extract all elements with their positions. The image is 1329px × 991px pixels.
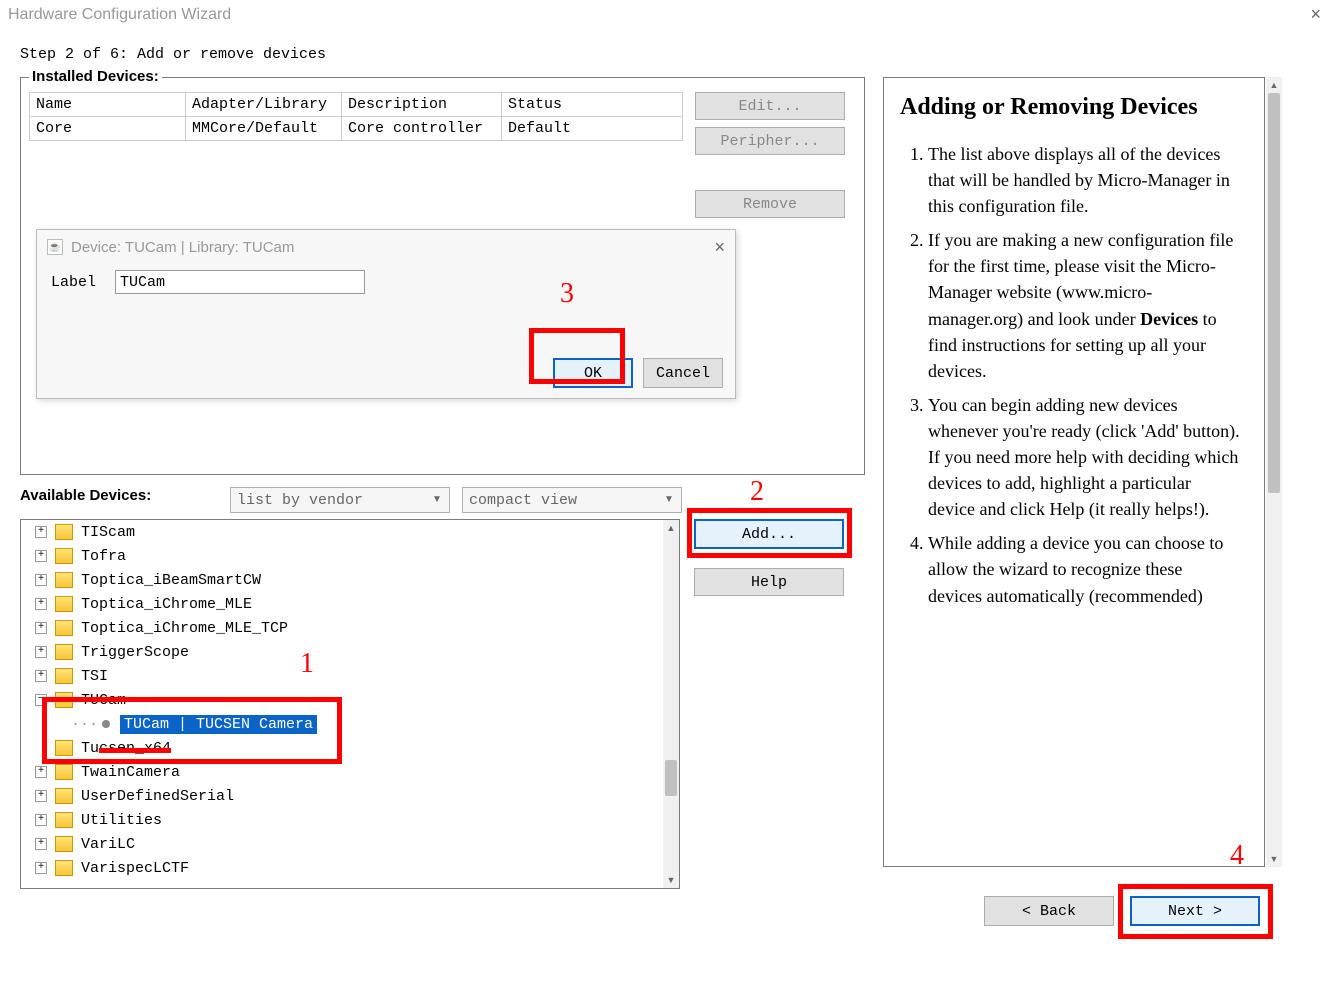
expander-icon[interactable]: + (35, 766, 47, 778)
folder-icon (55, 836, 73, 852)
folder-icon (55, 644, 73, 660)
scroll-thumb[interactable] (665, 760, 677, 796)
folder-icon (55, 860, 73, 876)
cancel-button[interactable]: Cancel (643, 358, 723, 388)
expander-icon[interactable]: + (35, 814, 47, 826)
edit-button[interactable]: Edit... (695, 92, 845, 120)
close-icon[interactable]: × (1310, 4, 1321, 25)
expander-icon[interactable]: + (35, 598, 47, 610)
scroll-down-icon[interactable]: ▼ (1266, 851, 1282, 867)
sort-select[interactable]: list by vendor (230, 487, 450, 513)
device-label-dialog: ☕ Device: TUCam | Library: TUCam × Label… (36, 229, 736, 399)
add-button[interactable]: Add... (694, 519, 844, 549)
scrollbar-vertical[interactable]: ▲ ▼ (1266, 77, 1282, 867)
folder-icon (55, 596, 73, 612)
available-devices-title: Available Devices: (20, 487, 151, 504)
folder-icon (55, 740, 73, 756)
expander-icon[interactable]: + (35, 670, 47, 682)
folder-icon (55, 812, 73, 828)
table-row[interactable]: Core MMCore/Default Core controller Defa… (30, 117, 683, 141)
step-indicator: Step 2 of 6: Add or remove devices (20, 46, 326, 63)
next-button[interactable]: Next > (1130, 896, 1260, 926)
help-item: If you are making a new configuration fi… (928, 227, 1240, 384)
help-item: You can begin adding new devices wheneve… (928, 392, 1240, 522)
help-panel: Adding or Removing Devices The list abov… (883, 77, 1265, 867)
expander-icon[interactable]: + (35, 862, 47, 874)
close-icon[interactable]: × (714, 237, 725, 258)
folder-icon (55, 668, 73, 684)
available-devices-tree[interactable]: +TIScam +Tofra +Toptica_iBeamSmartCW +To… (20, 519, 680, 889)
col-desc: Description (348, 96, 447, 113)
window-titlebar: Hardware Configuration Wizard × (0, 0, 1329, 30)
folder-icon (55, 524, 73, 540)
label-input[interactable] (115, 270, 365, 294)
folder-icon (55, 572, 73, 588)
scroll-up-icon[interactable]: ▲ (663, 520, 679, 536)
back-button[interactable]: < Back (984, 896, 1114, 926)
annotation-number: 2 (750, 476, 764, 508)
help-item: The list above displays all of the devic… (928, 141, 1240, 219)
peripherals-button[interactable]: Peripher... (695, 127, 845, 155)
folder-icon (55, 788, 73, 804)
scroll-down-icon[interactable]: ▼ (663, 872, 679, 888)
folder-icon (55, 764, 73, 780)
expander-icon[interactable]: + (35, 574, 47, 586)
folder-icon (55, 692, 73, 708)
label-field-label: Label (51, 274, 96, 291)
bullet-icon (102, 720, 110, 728)
folder-icon (55, 620, 73, 636)
expander-icon[interactable]: + (35, 622, 47, 634)
installed-devices-table: Name Adapter/Library Description Status … (29, 92, 683, 141)
ok-button[interactable]: OK (553, 358, 633, 388)
scroll-up-icon[interactable]: ▲ (1266, 77, 1282, 93)
help-title: Adding or Removing Devices (900, 94, 1240, 121)
dialog-title: Device: TUCam | Library: TUCam (71, 239, 294, 256)
col-name: Name (36, 96, 72, 113)
expander-icon[interactable]: + (35, 838, 47, 850)
window-title: Hardware Configuration Wizard (8, 6, 231, 24)
java-icon: ☕ (47, 239, 63, 255)
expander-icon[interactable]: + (35, 550, 47, 562)
remove-button[interactable]: Remove (695, 190, 845, 218)
expander-icon[interactable]: + (35, 646, 47, 658)
tree-item-selected[interactable]: ···TUCam | TUCSEN Camera (21, 712, 663, 736)
expander-icon[interactable]: + (35, 526, 47, 538)
view-select[interactable]: compact view (462, 487, 682, 513)
scroll-thumb[interactable] (1268, 93, 1280, 493)
scrollbar-vertical[interactable]: ▲ ▼ (663, 520, 679, 888)
help-item: While adding a device you can choose to … (928, 530, 1240, 608)
col-status: Status (508, 96, 562, 113)
expander-icon[interactable]: + (35, 790, 47, 802)
folder-icon (55, 548, 73, 564)
help-button[interactable]: Help (694, 568, 844, 596)
expander-icon[interactable]: − (35, 694, 47, 706)
col-adapter: Adapter/Library (192, 96, 327, 113)
installed-devices-title: Installed Devices: (29, 68, 162, 85)
